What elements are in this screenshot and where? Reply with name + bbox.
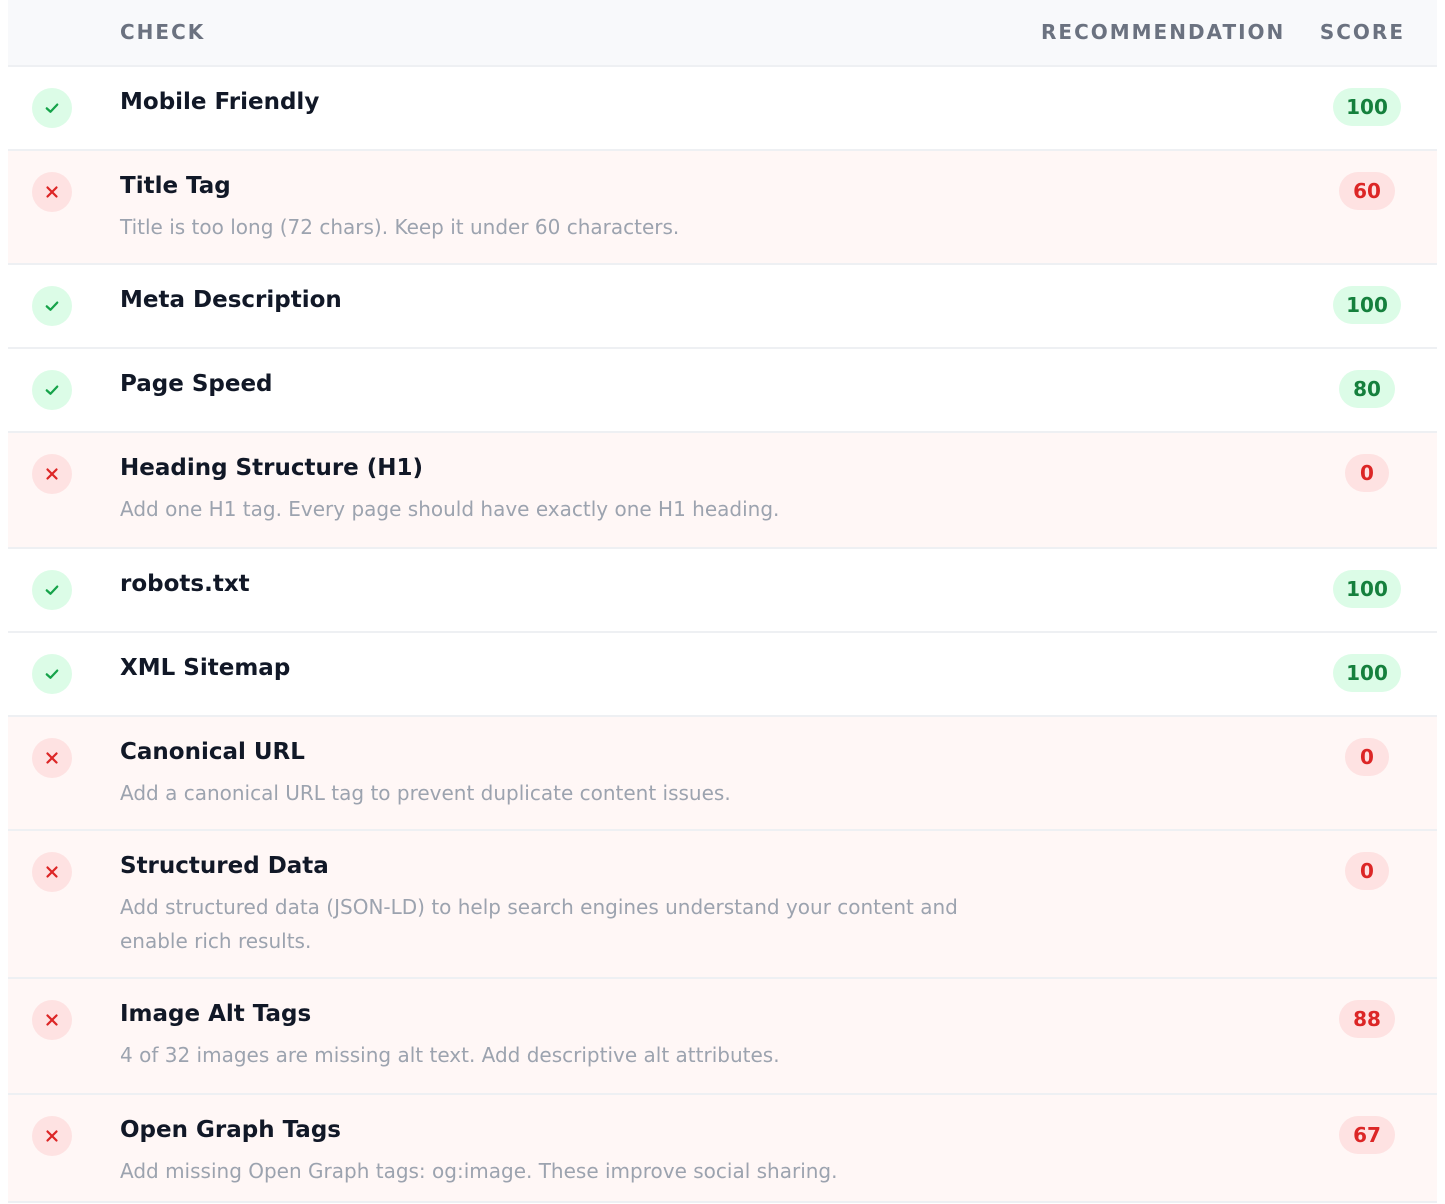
score-badge: 60 [1339, 172, 1395, 210]
check-name: Structured Data [120, 853, 329, 879]
x-icon [32, 172, 72, 212]
x-icon [32, 738, 72, 778]
column-header-check[interactable]: CHECK [120, 20, 205, 44]
check-name: Mobile Friendly [120, 89, 320, 115]
check-name: Title Tag [120, 173, 231, 199]
score-badge: 100 [1333, 88, 1401, 126]
check-name: Image Alt Tags [120, 1001, 312, 1027]
score-badge: 88 [1339, 1000, 1395, 1038]
check-name: Heading Structure (H1) [120, 455, 424, 481]
table-row: Page Speed 80 [8, 349, 1437, 433]
score-badge: 100 [1333, 286, 1401, 324]
table-row: Structured Data Add structured data (JSON… [8, 831, 1437, 979]
table-row: Heading Structure (H1) Add one H1 tag. Ev… [8, 433, 1437, 549]
check-recommendation: Title is too long (72 chars). Keep it un… [120, 215, 680, 239]
score-badge: 100 [1333, 654, 1401, 692]
check-recommendation: Add a canonical URL tag to prevent dupli… [120, 781, 731, 805]
check-icon [32, 370, 72, 410]
x-icon [32, 454, 72, 494]
check-icon [32, 654, 72, 694]
check-icon [32, 88, 72, 128]
table-row: Image Alt Tags 4 of 32 images are missing… [8, 979, 1437, 1095]
score-badge: 80 [1339, 370, 1395, 408]
check-icon [32, 570, 72, 610]
seo-checks-table: CHECK RECOMMENDATION SCORE Mobile Friend… [8, 0, 1437, 1203]
table-row: Title Tag Title is too long (72 chars). K… [8, 151, 1437, 265]
column-header-recommendation[interactable]: RECOMMENDATION [1041, 20, 1285, 44]
column-header-score[interactable]: SCORE [1320, 20, 1405, 44]
check-icon [32, 286, 72, 326]
check-name: Open Graph Tags [120, 1117, 341, 1143]
check-name: Meta Description [120, 287, 342, 313]
score-badge: 67 [1339, 1116, 1395, 1154]
score-badge: 0 [1345, 852, 1389, 890]
check-recommendation: Add structured data (JSON-LD) to help se… [120, 895, 958, 953]
table-row: Open Graph Tags Add missing Open Graph ta… [8, 1095, 1437, 1203]
check-name: Page Speed [120, 371, 273, 397]
check-recommendation: 4 of 32 images are missing alt text. Add… [120, 1043, 780, 1067]
check-recommendation: Add one H1 tag. Every page should have e… [120, 497, 780, 521]
check-name: Canonical URL [120, 739, 305, 765]
x-icon [32, 1000, 72, 1040]
table-body: Mobile Friendly 100 Title Tag Title is too … [8, 67, 1437, 1203]
table-row: robots.txt 100 [8, 549, 1437, 633]
table-row: Mobile Friendly 100 [8, 67, 1437, 151]
score-badge: 100 [1333, 570, 1401, 608]
score-badge: 0 [1345, 738, 1389, 776]
x-icon [32, 852, 72, 892]
check-recommendation: Add missing Open Graph tags: og:image. T… [120, 1159, 838, 1183]
table-header: CHECK RECOMMENDATION SCORE [8, 0, 1437, 67]
score-badge: 0 [1345, 454, 1389, 492]
check-name: robots.txt [120, 571, 250, 597]
check-name: XML Sitemap [120, 655, 291, 681]
table-row: Canonical URL Add a canonical URL tag to … [8, 717, 1437, 831]
x-icon [32, 1116, 72, 1156]
table-row: Meta Description 100 [8, 265, 1437, 349]
table-row: XML Sitemap 100 [8, 633, 1437, 717]
